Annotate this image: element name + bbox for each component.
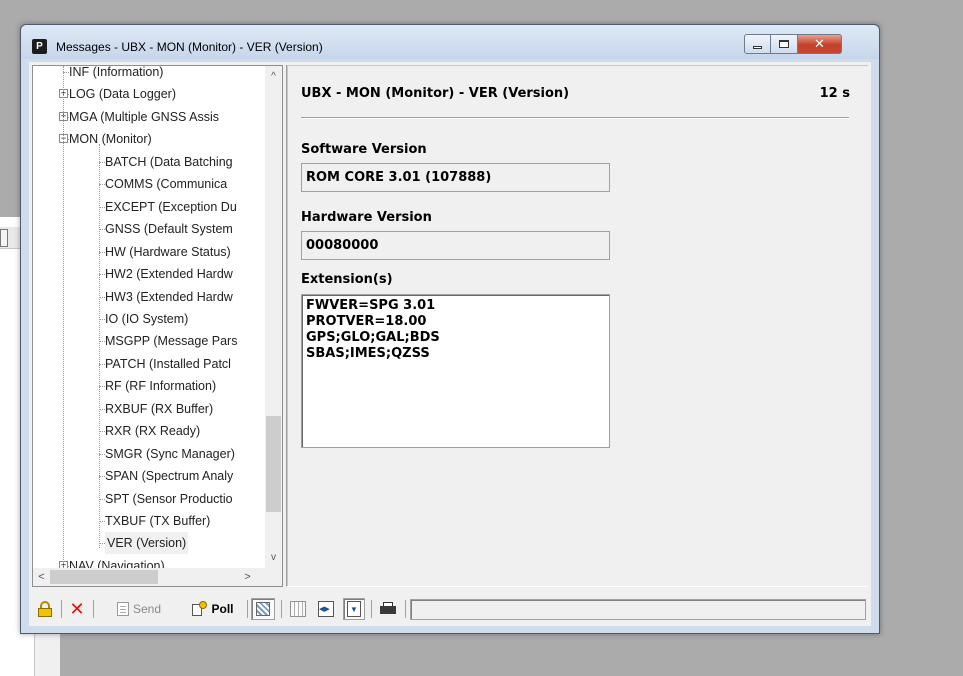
tree-item-label: SPT (Sensor Productio [105,491,233,506]
tree-item-label: RXBUF (RX Buffer) [105,401,214,416]
toolbar-separator [371,600,372,618]
tree-item-label: VER (Version) [105,532,189,555]
toolbar-separator [61,600,62,618]
grid-button[interactable] [287,598,309,620]
horizontal-scroll-thumb[interactable] [50,570,158,584]
delete-icon: ✕ [69,599,85,619]
tree-connector [63,66,64,568]
window-controls: ✕ [744,34,842,54]
tree-item-label: RF (RF Information) [105,379,217,394]
extensions-field[interactable]: FWVER=SPG 3.01 PROTVER=18.00 GPS;GLO;GAL… [301,294,610,448]
send-label: Send [132,602,162,616]
title-divider [301,117,849,119]
toolbar-separator [247,600,248,618]
window-title: Messages - UBX - MON (Monitor) - VER (Ve… [56,40,323,54]
extension-line: GPS;GLO;GAL;BDS [306,330,440,345]
tree-connector [99,144,100,549]
scroll-up-icon[interactable]: ^ [265,68,282,85]
minimize-button[interactable] [744,34,771,54]
print-button[interactable] [377,598,399,620]
tree-item-label: PATCH (Installed Patcl [105,356,231,371]
tree-item-label: MON (Monitor) [69,132,152,147]
tree-item-label: SPAN (Spectrum Analy [105,469,234,484]
scroll-down-arrow-icon [347,601,361,617]
app-icon: P [32,39,47,54]
tree-item-label: GNSS (Default System [105,222,233,237]
tree-item-label: BATCH (Data Batching [105,154,233,169]
tree-item-label: SMGR (Sync Manager) [105,446,235,461]
poll-icon [192,601,208,617]
messages-window: P Messages - UBX - MON (Monitor) - VER (… [20,24,880,634]
bottom-toolbar: ✕ Send Poll [29,595,871,623]
detail-title: UBX - MON (Monitor) - VER (Version) [301,86,570,101]
auto-scroll-toggle[interactable] [343,598,365,620]
auto-poll-icon [255,601,271,617]
tree-item-label: LOG (Data Logger) [69,87,176,102]
tree-list: INF (Information) LOG (Data Logger) + MGA (… [33,66,265,568]
tree-horizontal-scrollbar[interactable]: < > [33,568,265,586]
software-version-label: Software Version [301,142,427,157]
lock-button[interactable] [35,598,55,620]
tree-item-label: NAV (Navigation) [69,558,165,568]
tree-item-label: IO (IO System) [105,311,189,326]
client-area: INF (Information) LOG (Data Logger) + MGA (… [29,62,871,626]
delete-button[interactable]: ✕ [67,598,87,620]
scroll-left-icon[interactable]: < [33,568,50,586]
age-timer: 12 s [819,86,850,101]
status-field [410,599,866,620]
maximize-icon [779,40,789,48]
send-icon [116,602,129,616]
tree-item-label: MSGPP (Message Pars [105,334,238,349]
extension-line: PROTVER=18.00 [306,314,427,329]
scroll-down-icon[interactable]: v [265,549,282,566]
auto-poll-toggle[interactable] [251,598,275,620]
grid-icon [290,601,306,617]
toolbar-separator [405,600,406,618]
tree-item-label: EXCEPT (Exception Du [105,199,237,214]
background-button [0,229,8,247]
scroll-right-icon[interactable]: > [239,568,256,586]
tree-item-label: HW (Hardware Status) [105,244,231,259]
close-icon: ✕ [814,36,825,51]
message-tree[interactable]: INF (Information) LOG (Data Logger) + MGA (… [32,65,283,587]
close-button[interactable]: ✕ [798,34,842,54]
send-button[interactable]: Send [101,598,177,620]
poll-button[interactable]: Poll [183,598,243,620]
tree-item-label: MGA (Multiple GNSS Assis [69,109,220,124]
detail-pane: UBX - MON (Monitor) - VER (Version) 12 s… [286,65,868,587]
lock-icon [38,601,52,617]
extensions-label: Extension(s) [301,272,393,287]
poll-label: Poll [211,602,234,616]
scroll-corner [265,568,282,586]
print-icon [380,602,396,616]
tree-item-label: HW3 (Extended Hardw [105,289,233,304]
tree-item-label: HW2 (Extended Hardw [105,267,233,282]
toolbar-separator [281,600,282,618]
software-version-field[interactable]: ROM CORE 3.01 (107888) [301,163,610,192]
tree-item-label: COMMS (Communica [105,177,228,192]
hardware-version-field[interactable]: 00080000 [301,231,610,260]
extension-line: FWVER=SPG 3.01 [306,298,436,313]
navigate-arrows-icon [318,601,334,617]
toolbar-separator [93,600,94,618]
extension-line: SBAS;IMES;QZSS [306,346,430,361]
tree-item-label: INF (Information) [69,66,164,79]
maximize-button[interactable] [771,34,798,54]
tree-item-label: TXBUF (TX Buffer) [105,514,211,528]
vertical-scroll-thumb[interactable] [266,416,281,512]
navigate-button[interactable] [315,598,337,620]
minimize-icon [753,45,762,49]
hardware-version-label: Hardware Version [301,210,432,225]
tree-vertical-scrollbar[interactable]: ^ v [265,66,282,568]
tree-item-label: RXR (RX Ready) [105,424,201,439]
title-bar[interactable]: P Messages - UBX - MON (Monitor) - VER (… [21,25,879,59]
